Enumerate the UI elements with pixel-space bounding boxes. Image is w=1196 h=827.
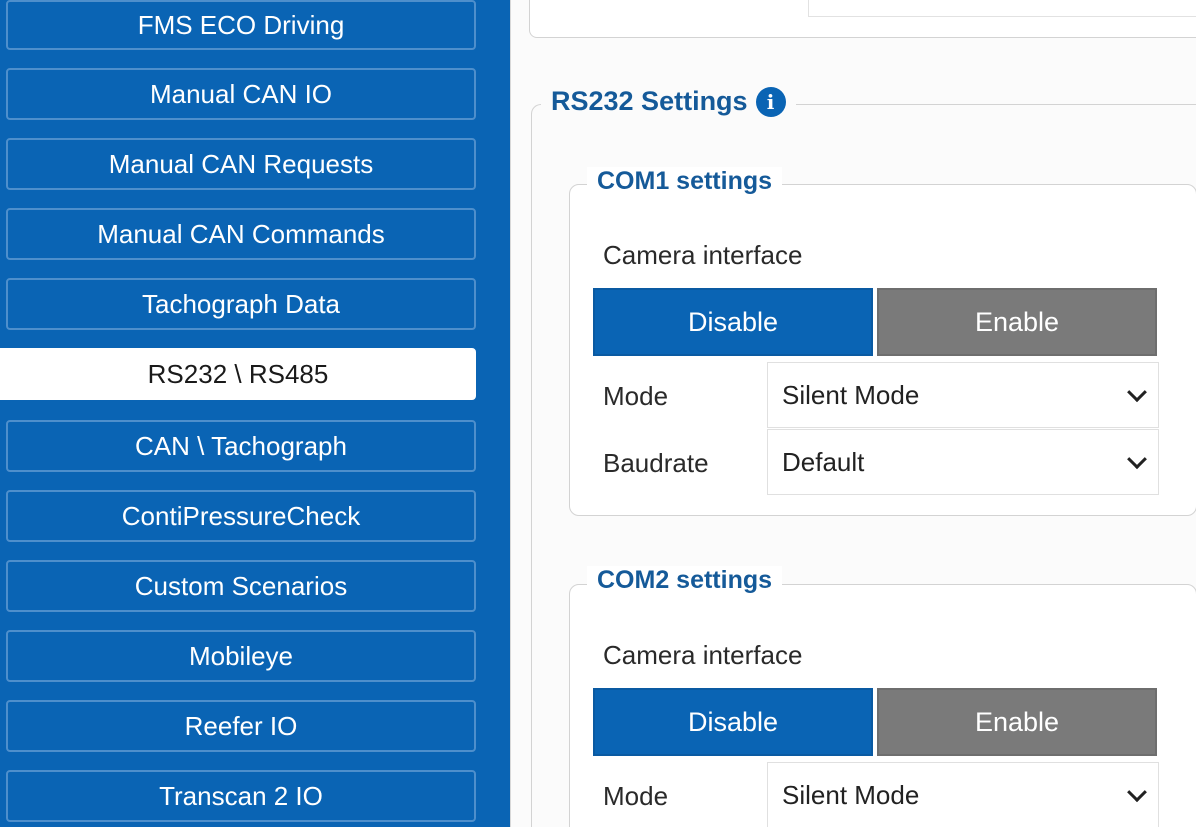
sidebar: FMS ECO Driving Manual CAN IO Manual CAN… (0, 0, 510, 827)
sidebar-item-custom-scenarios[interactable]: Custom Scenarios (6, 560, 476, 612)
sidebar-item-mobileye[interactable]: Mobileye (6, 630, 476, 682)
chevron-down-icon (1127, 782, 1147, 803)
previous-settings-panel (529, 0, 1196, 38)
sidebar-item-label: CAN \ Tachograph (135, 430, 347, 461)
com1-disable-button[interactable]: Disable (593, 288, 873, 356)
com1-baudrate-select[interactable]: Default (767, 429, 1159, 495)
com2-camera-interface-label: Camera interface (603, 640, 803, 670)
sidebar-item-rs232-rs485[interactable]: RS232 \ RS485 (0, 348, 476, 400)
sidebar-item-manual-can-requests[interactable]: Manual CAN Requests (6, 138, 476, 190)
sidebar-item-label: Manual CAN Requests (108, 148, 374, 179)
com2-enable-button[interactable]: Enable (877, 688, 1157, 756)
chevron-down-icon (1127, 382, 1147, 403)
chevron-down-icon (1127, 449, 1147, 470)
sidebar-item-transcan-2-io[interactable]: Transcan 2 IO (6, 770, 476, 822)
com2-settings-title: COM2 settings (587, 566, 783, 595)
com1-enable-button[interactable]: Enable (877, 288, 1157, 356)
sidebar-item-label: Tachograph Data (141, 288, 341, 319)
com2-mode-select[interactable]: Silent Mode (767, 762, 1159, 827)
com1-mode-select[interactable]: Silent Mode (767, 362, 1159, 428)
info-icon[interactable]: i (755, 86, 786, 117)
sidebar-item-reefer-io[interactable]: Reefer IO (6, 700, 476, 752)
sidebar-item-label: Reefer IO (184, 710, 298, 741)
com2-mode-label: Mode (603, 781, 669, 811)
rs232-settings-title: RS232 Settings i (541, 86, 796, 117)
sidebar-item-label: RS232 \ RS485 (147, 358, 329, 389)
com1-baudrate-label: Baudrate (603, 448, 709, 478)
rs232-settings-title-text: RS232 Settings (551, 86, 748, 116)
com1-baudrate-value: Default (782, 446, 865, 477)
sidebar-item-label: ContiPressureCheck (121, 500, 361, 531)
sidebar-item-label: Mobileye (188, 640, 294, 671)
sidebar-item-label: Manual CAN IO (149, 78, 333, 109)
sidebar-item-manual-can-io[interactable]: Manual CAN IO (6, 68, 476, 120)
main-content: RS232 Settings i COM1 settings Camera in… (510, 0, 1196, 827)
com1-camera-interface-label: Camera interface (603, 240, 803, 270)
com1-settings-title: COM1 settings (587, 167, 783, 196)
sidebar-item-label: Transcan 2 IO (159, 780, 323, 811)
sidebar-item-label: Custom Scenarios (134, 570, 348, 601)
com2-mode-value: Silent Mode (782, 779, 920, 810)
sidebar-item-can-tachograph[interactable]: CAN \ Tachograph (6, 420, 476, 472)
sidebar-item-label: Manual CAN Commands (97, 218, 385, 249)
sidebar-item-manual-can-commands[interactable]: Manual CAN Commands (6, 208, 476, 260)
com2-disable-button[interactable]: Disable (593, 688, 873, 756)
sidebar-item-label: FMS ECO Driving (137, 9, 345, 40)
com1-mode-value: Silent Mode (782, 379, 920, 410)
sidebar-item-tachograph-data[interactable]: Tachograph Data (6, 278, 476, 330)
sidebar-item-fms-eco-driving[interactable]: FMS ECO Driving (6, 0, 476, 50)
previous-settings-field (808, 0, 1196, 17)
sidebar-item-contipressurecheck[interactable]: ContiPressureCheck (6, 490, 476, 542)
com1-mode-label: Mode (603, 381, 669, 411)
